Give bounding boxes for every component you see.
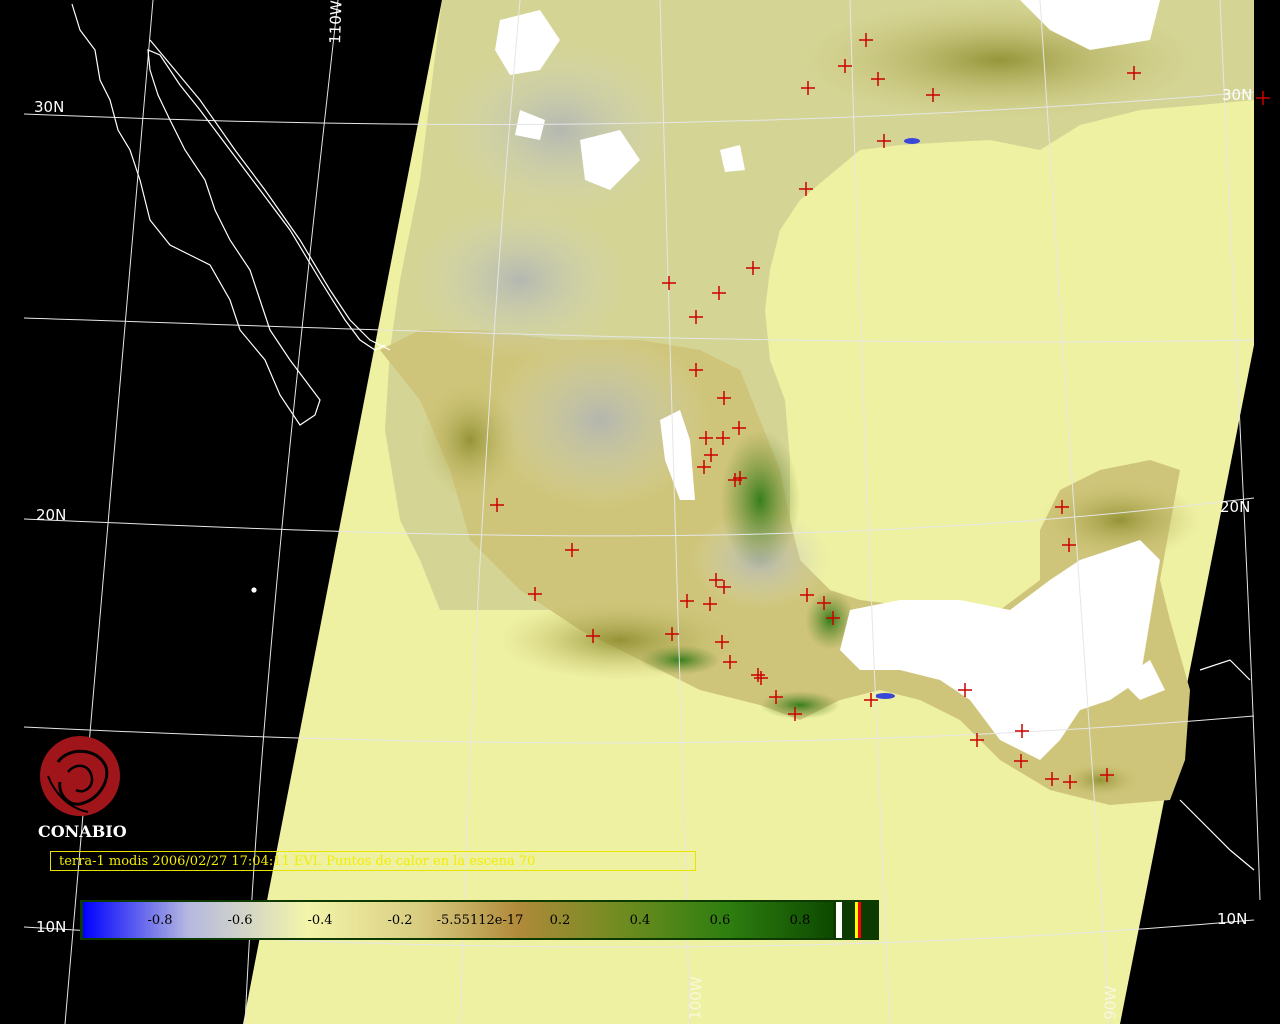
- coast-right: [1179, 659, 1255, 871]
- label-lon-100: 100W: [686, 976, 706, 1020]
- legend-tick-label: -0.4: [307, 913, 332, 928]
- label-lat-10: 10N: [36, 918, 66, 936]
- label-lat-10-right: 10N: [1217, 910, 1247, 928]
- label-lon-90: 90W: [1101, 985, 1120, 1020]
- scene-caption: terra-1 modis 2006/02/27 17:04:11 EVI. P…: [50, 851, 696, 871]
- legend-tick-label: -5.55112e-17: [437, 913, 524, 928]
- org-name: CONABIO: [38, 822, 127, 841]
- coast-baja-west: [71, 3, 386, 426]
- hotspot-marker: [1256, 91, 1270, 105]
- legend-tick-label: -0.2: [387, 913, 412, 928]
- legend-red-swatch: [858, 902, 861, 938]
- evi-legend: -0.8 -0.6 -0.4 -0.2 -5.55112e-17 0.2 0.4 0.6 0.8: [80, 900, 879, 940]
- legend-tick-label: 0.8: [790, 913, 811, 928]
- legend-tick-label: 0.6: [710, 913, 731, 928]
- legend-tick-label: 0.4: [630, 913, 651, 928]
- legend-tick-label: 0.2: [550, 913, 571, 928]
- label-lat-30: 30N: [34, 98, 64, 116]
- legend-tick-label: -0.6: [227, 913, 252, 928]
- conabio-emblem-icon: [40, 736, 120, 816]
- legend-white-swatch: [836, 902, 842, 938]
- label-lat-20-right: 20N: [1220, 498, 1250, 516]
- label-lat-20: 20N: [36, 506, 66, 524]
- label-lon-110: 110W: [326, 0, 346, 44]
- legend-yellow-swatch: [855, 902, 858, 938]
- legend-tick-label: -0.8: [147, 913, 172, 928]
- label-lat-30-right: 30N: [1222, 86, 1252, 104]
- coast-mainland-north: [149, 39, 391, 351]
